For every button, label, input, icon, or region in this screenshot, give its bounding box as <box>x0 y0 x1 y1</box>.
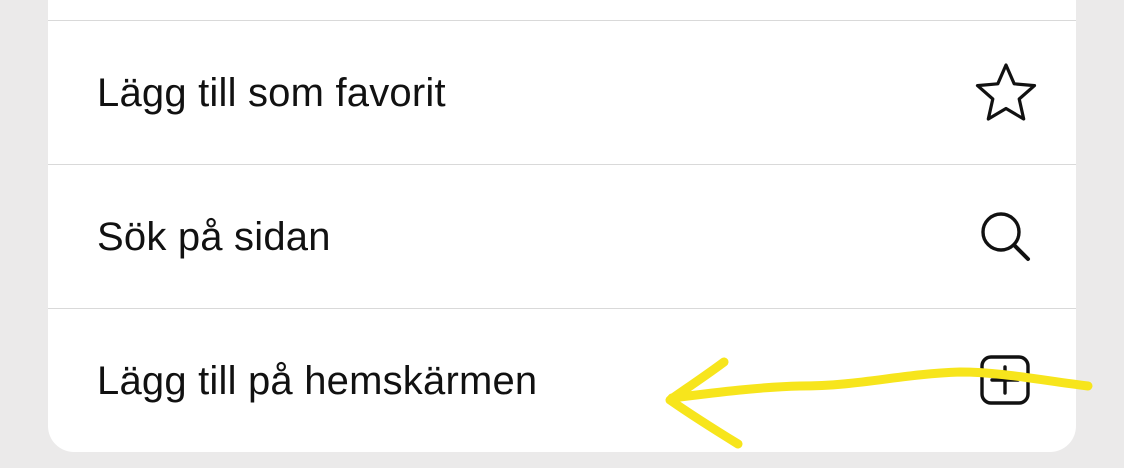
safari-share-sheet-screen: Lägg till som favorit Sök på sidan Lägg … <box>0 0 1124 468</box>
menu-item-find-on-page[interactable]: Sök på sidan <box>48 165 1076 309</box>
action-menu-sheet: Lägg till som favorit Sök på sidan Lägg … <box>48 0 1076 452</box>
menu-item-label: Sök på sidan <box>97 214 331 259</box>
add-square-icon <box>972 347 1040 415</box>
magnifier-icon <box>972 203 1040 271</box>
menu-item-label: Lägg till som favorit <box>97 70 446 115</box>
menu-item-add-favorite[interactable]: Lägg till som favorit <box>48 21 1076 165</box>
star-icon <box>972 59 1040 127</box>
menu-item-label: Lägg till på hemskärmen <box>97 358 538 403</box>
menu-item-add-to-home-screen[interactable]: Lägg till på hemskärmen <box>48 309 1076 453</box>
